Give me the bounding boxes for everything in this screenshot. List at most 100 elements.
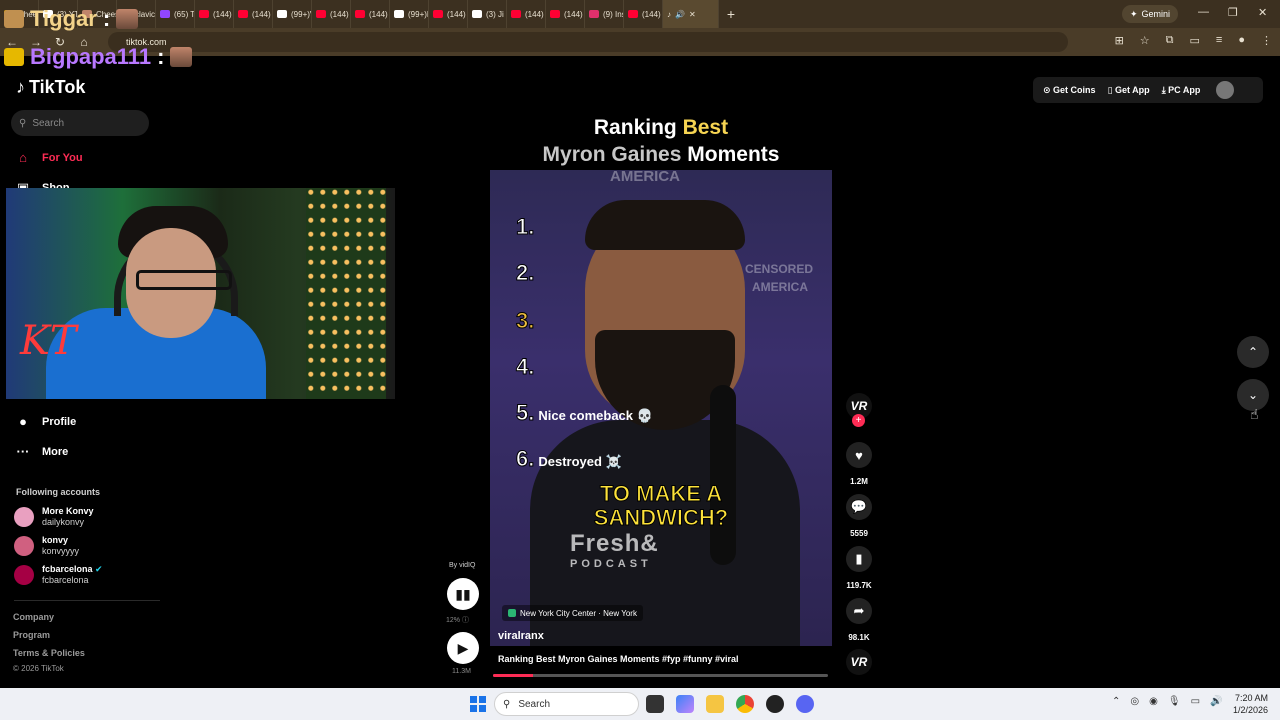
follow-plus-icon[interactable]: + — [852, 414, 865, 427]
tray-app-icon[interactable]: ◉ — [1149, 696, 1158, 707]
following-account[interactable]: fcbarcelona ✔ fcbarcelona — [14, 564, 103, 586]
install-icon[interactable]: ⊞ — [1115, 34, 1124, 47]
chevron-up-icon[interactable]: ⌃ — [1112, 696, 1120, 707]
reading-list-icon[interactable]: ≡ — [1216, 34, 1222, 47]
browser-tab[interactable]: (9) Insta — [585, 0, 624, 28]
chat-emote-icon — [116, 9, 139, 29]
menu-dots-icon[interactable]: ⋮ — [1261, 34, 1272, 47]
avatar-icon: ● — [19, 414, 27, 429]
discord-icon[interactable] — [796, 695, 814, 713]
chrome-icon[interactable] — [736, 695, 754, 713]
podcast-brand: Fresh& PODCAST — [570, 530, 659, 570]
browser-tab[interactable]: (144) m — [312, 0, 351, 28]
button-label: Get Coins — [1053, 84, 1096, 95]
subtitle-line: SANDWICH? — [593, 505, 729, 530]
browser-tab[interactable]: (144) Yo — [195, 0, 234, 28]
new-tab-button[interactable]: + — [719, 6, 743, 22]
bookmark-icon[interactable]: ▮ — [846, 546, 872, 572]
stat-percent-row: 12% ⓘ — [446, 615, 469, 625]
windows-start-icon[interactable] — [470, 696, 486, 712]
browser-tab[interactable]: (144) W — [234, 0, 273, 28]
footer-company-link[interactable]: Company — [13, 612, 54, 622]
extensions-icon[interactable]: ⧉ — [1166, 34, 1174, 47]
copilot-icon[interactable] — [676, 695, 694, 713]
location-tag[interactable]: New York City Center · New York — [502, 605, 643, 621]
following-account[interactable]: More Konvy dailykonvy — [14, 506, 94, 528]
ranking-number: 1. — [515, 214, 535, 240]
tab-favicon-icon — [160, 10, 170, 18]
browser-tab[interactable]: (65) Tw — [156, 0, 195, 28]
ranking-item: 1. — [515, 214, 538, 240]
close-tab-icon[interactable]: ✕ — [689, 10, 696, 19]
gemini-button[interactable]: ✦ Gemini — [1122, 5, 1179, 23]
network-icon[interactable]: ▭ — [1191, 696, 1200, 707]
share-arrow-icon[interactable]: ➦ — [846, 598, 872, 624]
clock-date: 1/2/2026 — [1232, 705, 1268, 715]
video-progress-bar[interactable] — [493, 674, 828, 677]
restore-icon[interactable]: ❐ — [1228, 6, 1238, 19]
bookmark-star-icon[interactable]: ☆ — [1140, 34, 1150, 47]
volume-icon[interactable]: 🔊 — [1210, 696, 1222, 707]
minimize-icon[interactable]: — — [1198, 6, 1209, 18]
sidebar-item-more[interactable]: ··· More — [14, 444, 69, 459]
sidebar-icon[interactable]: ▭ — [1190, 34, 1200, 47]
tiktok-logo[interactable]: ♪ TikTok — [16, 77, 85, 98]
browser-tab[interactable]: (144) V — [624, 0, 663, 28]
search-input[interactable]: ⚲ Search — [11, 110, 149, 136]
chevron-up-icon[interactable]: ⌃ — [1237, 336, 1269, 368]
browser-tab[interactable]: (144) Th — [429, 0, 468, 28]
clock-time: 7:20 AM — [1234, 693, 1268, 703]
footer-terms-link[interactable]: Terms & Policies — [13, 648, 85, 658]
tab-label: (65) Tw — [174, 9, 195, 19]
microphone-icon[interactable]: 🎙 — [1168, 696, 1181, 707]
ranking-number: 3. — [515, 308, 535, 334]
pc-app-button[interactable]: ⤓ PC App — [1162, 85, 1201, 96]
following-account[interactable]: konvy konvyyyy — [14, 535, 79, 557]
tray-app-icon[interactable]: ◎ — [1130, 696, 1139, 707]
play-icon[interactable]: ▶ — [447, 632, 479, 664]
account-avatar — [14, 507, 34, 527]
tab-favicon-icon — [550, 10, 560, 18]
tab-label: (144) W — [252, 9, 272, 19]
stats-bars-icon[interactable]: ▮▮ — [447, 578, 479, 610]
sidebar-item-label: For You — [42, 151, 83, 164]
get-app-button[interactable]: ▯ Get App — [1108, 85, 1150, 96]
like-heart-icon[interactable]: ♥ — [846, 442, 872, 468]
chat-badge-icon — [4, 48, 24, 66]
browser-tab[interactable]: (144) Ki — [546, 0, 585, 28]
close-window-icon[interactable]: ✕ — [1258, 6, 1267, 19]
tab-favicon-icon — [628, 10, 638, 18]
account-handle: fcbarcelona — [42, 575, 89, 585]
sidebar-item-for-you[interactable]: ⌂ For You — [14, 150, 83, 165]
browser-tab[interactable]: (144) Fo — [351, 0, 390, 28]
browser-tab[interactable]: (99+)Vo — [273, 0, 312, 28]
url-field[interactable]: tiktok.com — [108, 32, 1068, 52]
chat-separator: : — [102, 6, 111, 31]
ranking-caption: Nice comeback 💀 — [538, 408, 653, 423]
browser-tab[interactable]: (99+)Bi — [390, 0, 429, 28]
taskbar-search[interactable]: ⚲ Search — [494, 692, 639, 716]
tab-label: (9) Insta — [603, 9, 623, 19]
profile-icon[interactable]: ● — [1238, 34, 1245, 47]
music-disc[interactable]: VR — [846, 649, 872, 675]
video-player[interactable]: AMERICA CENSORED AMERICA 1. 2. 3. 4. 5. Nice … — [490, 170, 832, 646]
browser-tab[interactable]: (144) H — [507, 0, 546, 28]
user-avatar[interactable] — [1216, 81, 1235, 99]
video-author[interactable]: viralranx — [498, 630, 544, 642]
task-view-icon[interactable] — [646, 695, 664, 713]
comment-icon[interactable]: 💬 — [846, 494, 872, 520]
ranking-item: 5. Nice comeback 💀 — [515, 400, 653, 426]
file-explorer-icon[interactable] — [706, 695, 724, 713]
app-icon[interactable] — [766, 695, 784, 713]
tab-label: (144) Yo — [213, 9, 233, 19]
sidebar-item-profile[interactable]: ● Profile — [14, 414, 76, 429]
browser-tab-active[interactable]: ♪ 🔊 ✕ — [663, 0, 719, 28]
sidebar-divider — [14, 600, 160, 601]
tab-favicon-icon — [277, 10, 287, 18]
get-coins-button[interactable]: ⊙ Get Coins — [1043, 85, 1096, 96]
taskbar-clock[interactable]: 7:20 AM 1/2/2026 — [1228, 692, 1268, 716]
footer-program-link[interactable]: Program — [13, 630, 50, 640]
browser-tab[interactable]: (3) Ji co — [468, 0, 507, 28]
ranking-number: 5. — [515, 400, 535, 426]
streamer-webcam: KT — [6, 188, 395, 399]
